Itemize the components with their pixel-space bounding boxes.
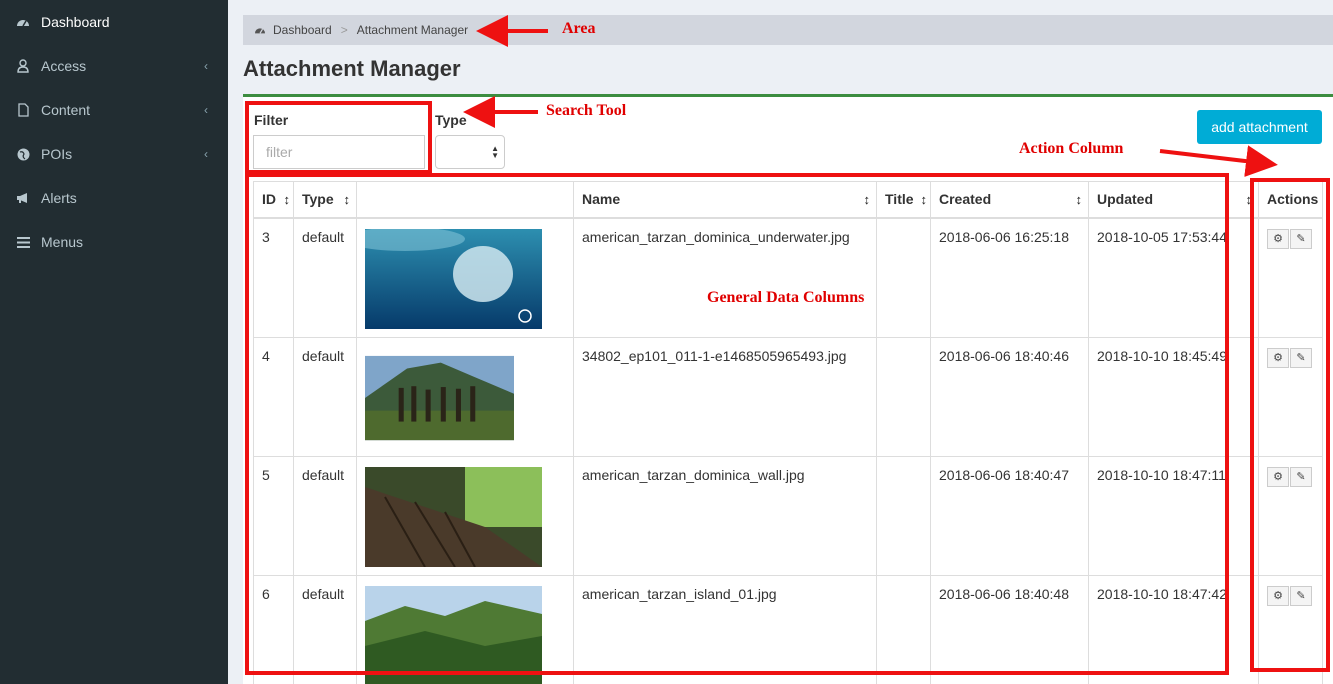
- annotation-arrows: [463, 15, 1278, 178]
- action-column-arrow: [1159, 145, 1278, 178]
